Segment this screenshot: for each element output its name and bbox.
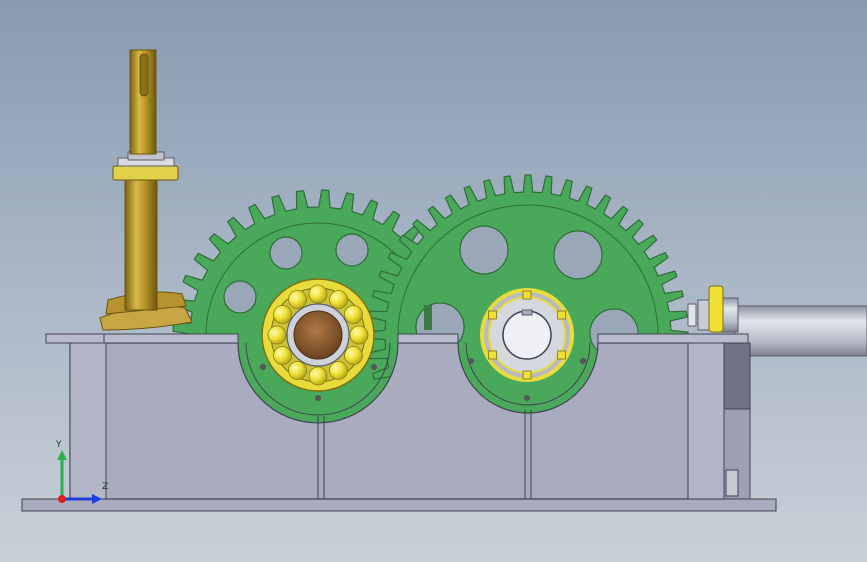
retainer-tab (487, 350, 497, 360)
output-gear-lightening-hole (459, 225, 509, 275)
z-axis-label: Z (102, 482, 109, 492)
pinion-lightening-hole (269, 236, 303, 270)
housing-top-flange-middle (397, 333, 459, 344)
housing-top-flange-end (597, 333, 749, 344)
retainer-tab (522, 370, 532, 380)
output-shaft-hole (502, 310, 552, 360)
coordinate-triad: Y Z (48, 438, 118, 508)
housing-right-side-cap (723, 342, 751, 410)
z-axis-arrowhead (92, 494, 102, 504)
input-bearing[interactable] (261, 278, 375, 392)
housing-bolt-hole (371, 364, 377, 370)
housing-bolt-hole (315, 395, 321, 401)
retainer-tab (557, 350, 566, 360)
bearing-ball (329, 361, 348, 380)
bearing-ball (308, 366, 328, 386)
bearing-ball (288, 290, 307, 309)
output-shaft-seal-ring (708, 285, 724, 333)
gearbox-model[interactable] (0, 0, 867, 562)
retainer-tab (487, 310, 497, 320)
worm-shaft-keyway (139, 53, 149, 97)
worm-shaft-lower (124, 177, 158, 311)
pinion-lightening-hole (223, 280, 257, 314)
y-axis-arrowhead (57, 450, 67, 460)
worm-shaft-collar (112, 165, 179, 181)
pinion-lightening-hole (335, 233, 369, 267)
housing-top-flange (45, 333, 105, 344)
bearing-ball (329, 290, 348, 309)
bearing-ball (273, 305, 292, 324)
output-gear-keyway-slot (424, 305, 432, 330)
output-shaft-thin-ring (687, 303, 697, 327)
housing-top-flange-right (103, 333, 239, 344)
output-shaft-spacer (697, 299, 711, 331)
housing-main-body (69, 342, 725, 500)
bearing-ball (273, 346, 292, 365)
gearbox-housing[interactable] (45, 333, 751, 500)
housing-bolt-hole (524, 395, 530, 401)
bearing-ball (349, 325, 369, 345)
worm-input-shaft[interactable] (99, 49, 193, 331)
output-bearing[interactable] (480, 288, 574, 382)
x-axis-dot (58, 495, 66, 503)
housing-drain-bolt (725, 469, 739, 497)
y-axis-label: Y (56, 440, 62, 450)
housing-base-plate[interactable] (21, 498, 777, 512)
output-gear-lightening-hole (553, 230, 603, 280)
output-shaft-collar (721, 297, 739, 333)
housing-bolt-hole (580, 358, 586, 364)
housing-right-end-wall (687, 342, 725, 500)
output-shaft-keyway (521, 309, 533, 316)
cad-viewport[interactable]: Y Z (0, 0, 867, 562)
housing-bolt-hole (468, 358, 474, 364)
housing-bolt-hole (260, 364, 266, 370)
bearing-ball (288, 361, 307, 380)
retainer-tab (522, 290, 532, 300)
input-shaft-bore (293, 310, 343, 360)
bearing-ball (308, 284, 328, 304)
bearing-ball (344, 346, 363, 365)
bearing-ball (344, 305, 363, 324)
retainer-tab (557, 310, 566, 320)
bearing-ball (267, 325, 287, 345)
output-shaft-body (734, 305, 867, 357)
